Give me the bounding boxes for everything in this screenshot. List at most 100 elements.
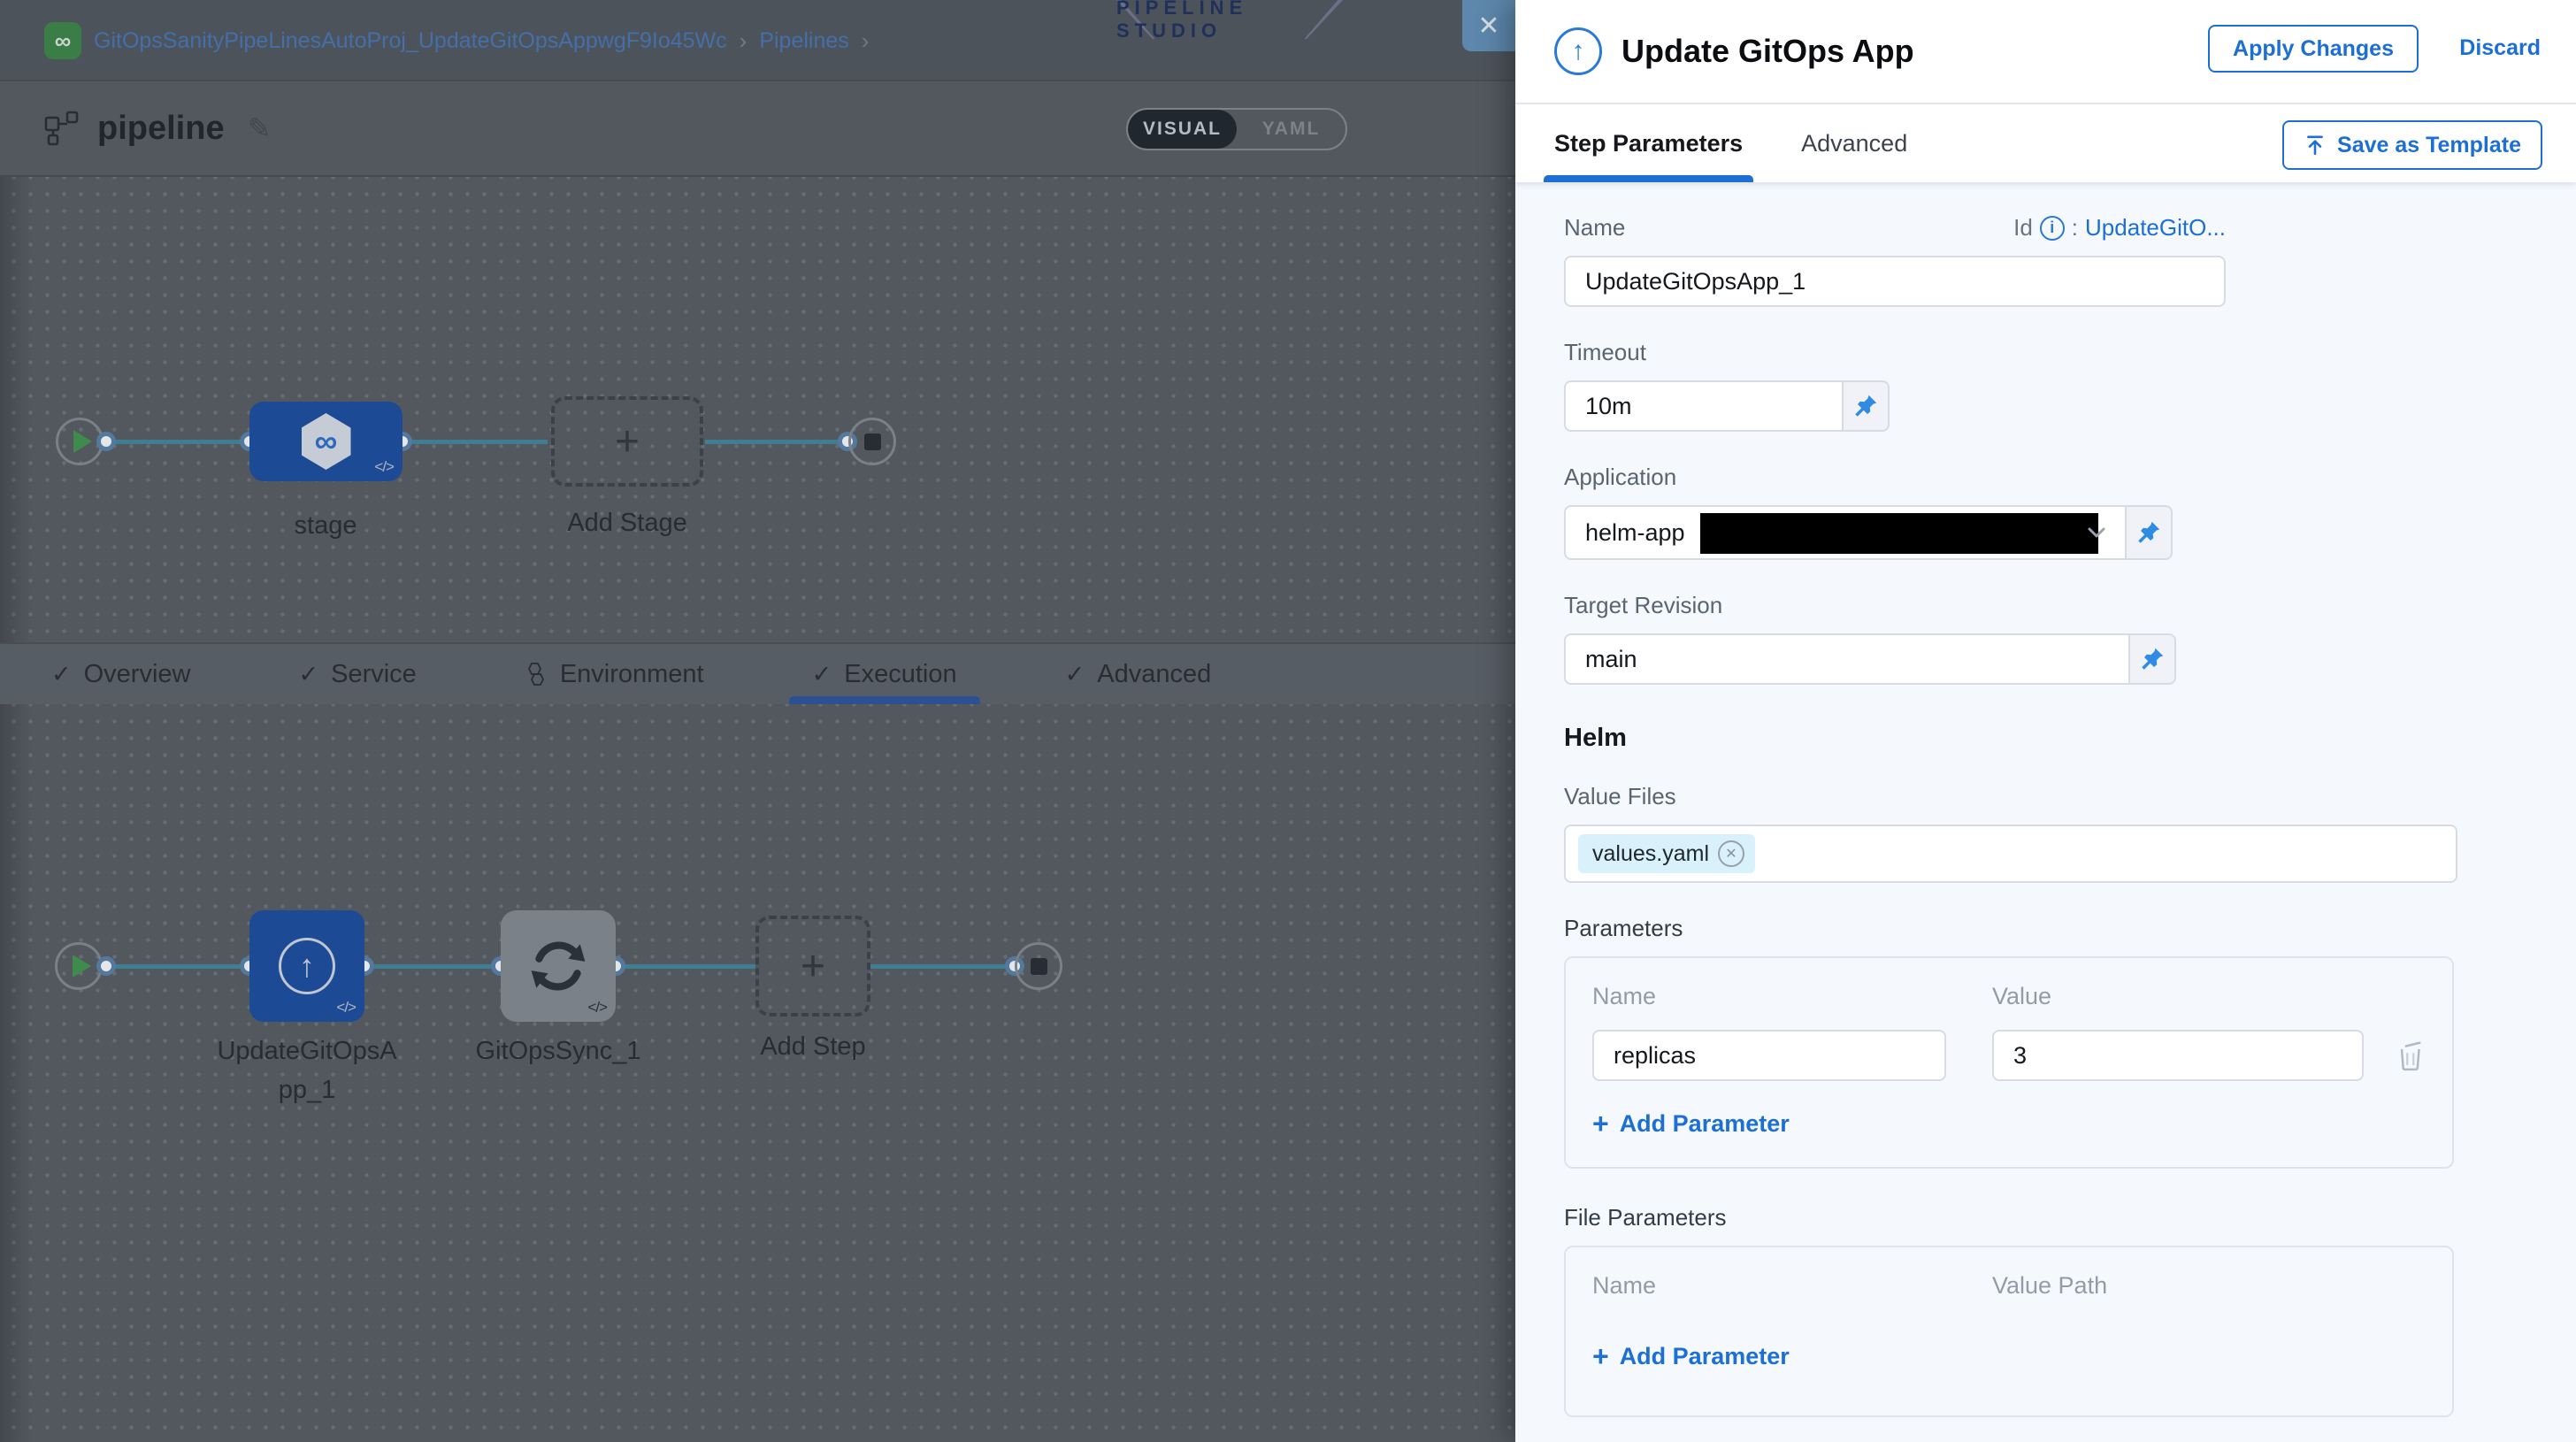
stage-node[interactable]: ∞ </> [249, 402, 402, 481]
gitops-sync-step-node[interactable]: </> [501, 910, 616, 1022]
plus-icon: + [1592, 1108, 1609, 1140]
value-files-input[interactable]: values.yaml ✕ [1564, 825, 2457, 883]
tab-environment[interactable]: Environment [525, 644, 704, 704]
pushpin-icon [2139, 646, 2166, 672]
add-file-parameter-button[interactable]: + Add Parameter [1592, 1340, 2426, 1373]
check-icon: ✓ [1065, 661, 1085, 688]
panel-header: ↑ Update GitOps App Apply Changes Discar… [1515, 0, 2576, 103]
breadcrumb-separator: › [862, 27, 870, 55]
update-step-label-line2: pp_1 [279, 1076, 336, 1105]
info-icon[interactable]: i [2040, 216, 2065, 241]
plus-icon: + [615, 418, 640, 466]
check-icon: ✓ [812, 661, 832, 688]
helm-section-heading: Helm [1564, 724, 2576, 753]
step-id-link[interactable]: UpdateGitO... [2085, 214, 2226, 242]
tab-service[interactable]: ✓ Service [298, 644, 416, 704]
update-gitops-app-step-node[interactable]: ↑ </> [249, 910, 364, 1022]
breadcrumb-pipelines-link[interactable]: Pipelines [759, 28, 848, 54]
parameters-card: Name Value + Add Parame [1564, 956, 2454, 1169]
add-stage-node[interactable]: + [551, 396, 703, 487]
parameter-row [1592, 1030, 2426, 1081]
tab-overview[interactable]: ✓ Overview [51, 644, 190, 704]
visual-toggle-option[interactable]: VISUAL [1128, 110, 1237, 149]
value-file-chip: values.yaml ✕ [1578, 834, 1755, 873]
connector-port [96, 432, 116, 451]
add-stage-label[interactable]: Add Stage [567, 509, 686, 538]
stage-canvas[interactable]: ∞ </> + stage Add Stage [0, 177, 1515, 642]
breadcrumb-separator: › [740, 27, 748, 55]
application-select[interactable]: helm-app [1564, 505, 2127, 560]
id-label: Id [2013, 214, 2033, 242]
file-parameters-value-path-column-header: Value Path [1992, 1272, 2107, 1300]
discard-button[interactable]: Discard [2459, 35, 2541, 61]
flow-end-node [848, 418, 896, 465]
apply-changes-button[interactable]: Apply Changes [2208, 25, 2419, 73]
flow-end-node [1015, 942, 1062, 990]
gitops-stage-icon: ∞ [302, 413, 351, 470]
breadcrumb: ∞ GitOpsSanityPipeLinesAutoProj_UpdateGi… [44, 0, 869, 81]
code-icon: </> [336, 999, 356, 1016]
visual-yaml-toggle[interactable]: VISUAL YAML [1126, 108, 1347, 150]
add-parameter-button[interactable]: + Add Parameter [1592, 1108, 2426, 1140]
play-icon [73, 430, 92, 453]
step-parameters-form: Name Id i : UpdateGitO... Timeout [1515, 182, 2576, 1442]
tab-advanced-panel[interactable]: Advanced [1801, 104, 1907, 182]
target-revision-input[interactable] [1564, 633, 2130, 685]
stop-icon [1031, 958, 1047, 975]
edit-pipeline-name-icon[interactable]: ✎ [248, 111, 272, 145]
pushpin-icon [1852, 393, 1879, 419]
connector-line [364, 964, 501, 969]
parameter-value-input[interactable] [1992, 1030, 2364, 1081]
name-input[interactable] [1564, 256, 2226, 307]
plus-icon: + [1592, 1340, 1609, 1373]
connector-line [104, 964, 249, 969]
parameter-name-input[interactable] [1592, 1030, 1946, 1081]
close-studio-button[interactable]: ✕ [1462, 0, 1515, 51]
value-files-field-label: Value Files [1564, 783, 2576, 810]
plus-icon: + [801, 942, 825, 991]
stage-node-label: stage [295, 511, 357, 541]
add-step-node[interactable]: + [755, 916, 870, 1016]
file-parameters-card: Name Value Path + Add Parameter [1564, 1246, 2454, 1417]
stage-tabs-bar: ✓ Overview ✓ Service Environment ✓ Execu… [0, 642, 1515, 704]
code-icon: </> [374, 458, 394, 476]
application-pin-button[interactable] [2127, 505, 2173, 560]
play-icon [73, 955, 91, 978]
timeout-field-label: Timeout [1564, 339, 2576, 366]
timeout-pin-button[interactable] [1844, 380, 1890, 432]
project-logo-icon: ∞ [44, 22, 81, 59]
tab-step-parameters[interactable]: Step Parameters [1554, 104, 1743, 182]
parameters-value-column-header: Value [1992, 983, 2051, 1010]
update-gitops-app-icon: ↑ [1554, 27, 1602, 75]
save-as-template-button[interactable]: Save as Template [2282, 120, 2542, 170]
pushpin-icon [2135, 519, 2162, 546]
timeout-input[interactable] [1564, 380, 1844, 432]
tab-execution[interactable]: ✓ Execution [812, 644, 957, 704]
execution-canvas[interactable]: ↑ </> </> + UpdateGitOpsA pp_1 [0, 704, 1515, 1442]
check-icon: ✓ [298, 661, 318, 688]
id-separator: : [2072, 214, 2078, 242]
delete-parameter-trash-icon[interactable] [2396, 1039, 2426, 1072]
value-file-chip-label: values.yaml [1592, 841, 1709, 867]
stop-icon [864, 433, 881, 450]
target-revision-field-label: Target Revision [1564, 592, 2576, 619]
pipeline-studio-dimmed-region: ∞ GitOpsSanityPipeLinesAutoProj_UpdateGi… [0, 0, 1515, 1442]
remove-value-file-icon[interactable]: ✕ [1718, 840, 1744, 867]
breadcrumb-project-link[interactable]: GitOpsSanityPipeLinesAutoProj_UpdateGitO… [94, 28, 727, 54]
sync-step-label: GitOpsSync_1 [476, 1037, 641, 1066]
pipeline-name: pipeline [97, 110, 225, 148]
save-template-upload-icon [2304, 134, 2327, 157]
panel-title: Update GitOps App [1622, 33, 1914, 70]
app-root: ∞ GitOpsSanityPipeLinesAutoProj_UpdateGi… [0, 0, 2576, 1442]
connector-line [616, 964, 755, 969]
file-parameters-name-column-header: Name [1592, 1272, 1992, 1300]
tab-advanced[interactable]: ✓ Advanced [1065, 644, 1212, 704]
application-value: helm-app [1585, 519, 1685, 547]
top-navigation-bar: ∞ GitOpsSanityPipeLinesAutoProj_UpdateGi… [0, 0, 1515, 81]
yaml-toggle-option[interactable]: YAML [1237, 110, 1346, 149]
parameters-section-heading: Parameters [1564, 915, 2576, 942]
connector-line [104, 440, 249, 444]
application-field-label: Application [1564, 464, 2576, 491]
target-revision-pin-button[interactable] [2130, 633, 2176, 685]
add-step-label[interactable]: Add Step [760, 1032, 865, 1062]
